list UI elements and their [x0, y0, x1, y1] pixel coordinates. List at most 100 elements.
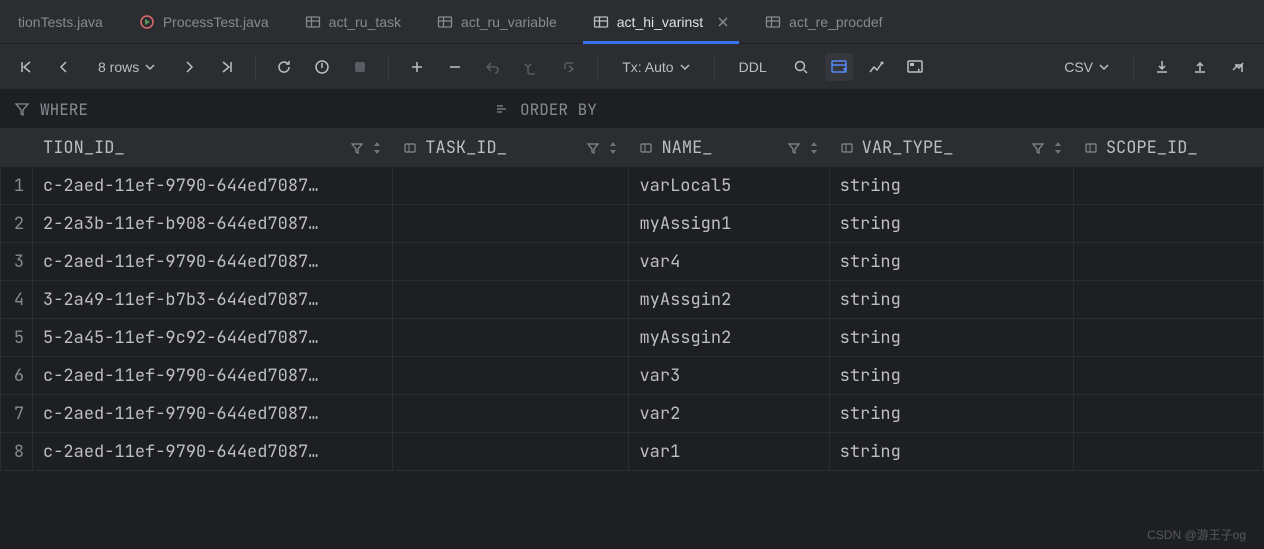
- cell[interactable]: string: [829, 205, 1073, 243]
- column-header[interactable]: TASK_ID_: [393, 129, 629, 167]
- cell[interactable]: 5-2a45-11ef-9c92-644ed7087…: [33, 319, 393, 357]
- order-by-label[interactable]: ORDER BY: [520, 99, 597, 120]
- cell[interactable]: [1073, 357, 1263, 395]
- cell[interactable]: [393, 243, 629, 281]
- cell[interactable]: string: [829, 357, 1073, 395]
- cell[interactable]: [1073, 167, 1263, 205]
- cell[interactable]: [1073, 395, 1263, 433]
- cell[interactable]: string: [829, 281, 1073, 319]
- add-row-button[interactable]: [403, 53, 431, 81]
- cell[interactable]: string: [829, 319, 1073, 357]
- tab-act-hi-varinst[interactable]: act_hi_varinst: [575, 0, 747, 44]
- cell[interactable]: c-2aed-11ef-9790-644ed7087…: [33, 167, 393, 205]
- cell[interactable]: [1073, 205, 1263, 243]
- table-row[interactable]: 1c-2aed-11ef-9790-644ed7087…varLocal5str…: [1, 167, 1264, 205]
- cell[interactable]: [393, 357, 629, 395]
- ddl-button[interactable]: DDL: [729, 53, 777, 81]
- column-name: TASK_ID_: [425, 137, 578, 159]
- cell[interactable]: string: [829, 243, 1073, 281]
- cell[interactable]: c-2aed-11ef-9790-644ed7087…: [33, 433, 393, 471]
- transpose-button[interactable]: [901, 53, 929, 81]
- filter-icon[interactable]: [586, 141, 600, 155]
- cell[interactable]: var2: [629, 395, 829, 433]
- cell[interactable]: myAssign1: [629, 205, 829, 243]
- copy-to-clipboard-button[interactable]: [1224, 53, 1252, 81]
- cell[interactable]: var4: [629, 243, 829, 281]
- table-row[interactable]: 3c-2aed-11ef-9790-644ed7087…var4string: [1, 243, 1264, 281]
- where-label[interactable]: WHERE: [40, 99, 88, 120]
- cell[interactable]: c-2aed-11ef-9790-644ed7087…: [33, 395, 393, 433]
- next-page-button[interactable]: [175, 53, 203, 81]
- cell[interactable]: c-2aed-11ef-9790-644ed7087…: [33, 243, 393, 281]
- sort-icon[interactable]: [809, 141, 819, 155]
- editor-tabs: tionTests.java ProcessTest.java act_ru_t…: [0, 0, 1264, 44]
- rollback-button[interactable]: [555, 53, 583, 81]
- submit-button[interactable]: [346, 53, 374, 81]
- cell[interactable]: string: [829, 395, 1073, 433]
- sort-icon[interactable]: [1053, 141, 1063, 155]
- commit-button[interactable]: [517, 53, 545, 81]
- table-row[interactable]: 55-2a45-11ef-9c92-644ed7087…myAssgin2str…: [1, 319, 1264, 357]
- tab-processtest[interactable]: ProcessTest.java: [121, 0, 287, 44]
- tab-label: act_ru_task: [329, 14, 401, 30]
- filter-icon[interactable]: [787, 141, 801, 155]
- filter-icon[interactable]: [350, 141, 364, 155]
- table-view-button[interactable]: [825, 53, 853, 81]
- upload-button[interactable]: [1186, 53, 1214, 81]
- row-count-label: 8 rows: [98, 59, 139, 75]
- export-format-dropdown[interactable]: CSV: [1054, 53, 1119, 81]
- reload-button[interactable]: [270, 53, 298, 81]
- cell[interactable]: [393, 433, 629, 471]
- column-header[interactable]: SCOPE_ID_: [1073, 129, 1263, 167]
- table-row[interactable]: 22-2a3b-11ef-b908-644ed7087…myAssign1str…: [1, 205, 1264, 243]
- column-header[interactable]: TION_ID_: [33, 129, 393, 167]
- cell[interactable]: [1073, 243, 1263, 281]
- row-count-dropdown[interactable]: 8 rows: [88, 53, 165, 81]
- prev-page-button[interactable]: [50, 53, 78, 81]
- cell[interactable]: 2-2a3b-11ef-b908-644ed7087…: [33, 205, 393, 243]
- sort-icon[interactable]: [372, 141, 382, 155]
- revert-button[interactable]: [479, 53, 507, 81]
- cell[interactable]: var1: [629, 433, 829, 471]
- cell[interactable]: varLocal5: [629, 167, 829, 205]
- cell[interactable]: [393, 281, 629, 319]
- cell[interactable]: [393, 167, 629, 205]
- close-icon[interactable]: [717, 16, 729, 28]
- tab-act-re-procdef[interactable]: act_re_procdef: [747, 0, 900, 44]
- cell[interactable]: [393, 395, 629, 433]
- table-row[interactable]: 8c-2aed-11ef-9790-644ed7087…var1string: [1, 433, 1264, 471]
- tab-tiontests[interactable]: tionTests.java: [0, 0, 121, 44]
- stop-query-button[interactable]: [308, 53, 336, 81]
- tx-mode-dropdown[interactable]: Tx: Auto: [612, 53, 699, 81]
- tab-act-ru-variable[interactable]: act_ru_variable: [419, 0, 575, 44]
- cell[interactable]: myAssgin2: [629, 281, 829, 319]
- download-button[interactable]: [1148, 53, 1176, 81]
- tab-act-ru-task[interactable]: act_ru_task: [287, 0, 419, 44]
- filter-icon[interactable]: [1031, 141, 1045, 155]
- cell[interactable]: string: [829, 433, 1073, 471]
- cell[interactable]: [393, 205, 629, 243]
- table-icon: [593, 14, 609, 30]
- cell[interactable]: 3-2a49-11ef-b7b3-644ed7087…: [33, 281, 393, 319]
- table-row[interactable]: 43-2a49-11ef-b7b3-644ed7087…myAssgin2str…: [1, 281, 1264, 319]
- cell[interactable]: [1073, 281, 1263, 319]
- column-header[interactable]: VAR_TYPE_: [829, 129, 1073, 167]
- search-button[interactable]: [787, 53, 815, 81]
- cell[interactable]: string: [829, 167, 1073, 205]
- delete-row-button[interactable]: [441, 53, 469, 81]
- cell[interactable]: [1073, 319, 1263, 357]
- last-page-button[interactable]: [213, 53, 241, 81]
- chart-view-button[interactable]: [863, 53, 891, 81]
- cell[interactable]: [1073, 433, 1263, 471]
- table-row[interactable]: 6c-2aed-11ef-9790-644ed7087…var3string: [1, 357, 1264, 395]
- table-row[interactable]: 7c-2aed-11ef-9790-644ed7087…var2string: [1, 395, 1264, 433]
- column-header[interactable]: NAME_: [629, 129, 829, 167]
- sort-icon[interactable]: [608, 141, 618, 155]
- first-page-button[interactable]: [12, 53, 40, 81]
- tab-label: ProcessTest.java: [163, 14, 269, 30]
- cell[interactable]: var3: [629, 357, 829, 395]
- cell[interactable]: c-2aed-11ef-9790-644ed7087…: [33, 357, 393, 395]
- watermark: CSDN @游王子og: [1147, 526, 1246, 543]
- cell[interactable]: myAssgin2: [629, 319, 829, 357]
- cell[interactable]: [393, 319, 629, 357]
